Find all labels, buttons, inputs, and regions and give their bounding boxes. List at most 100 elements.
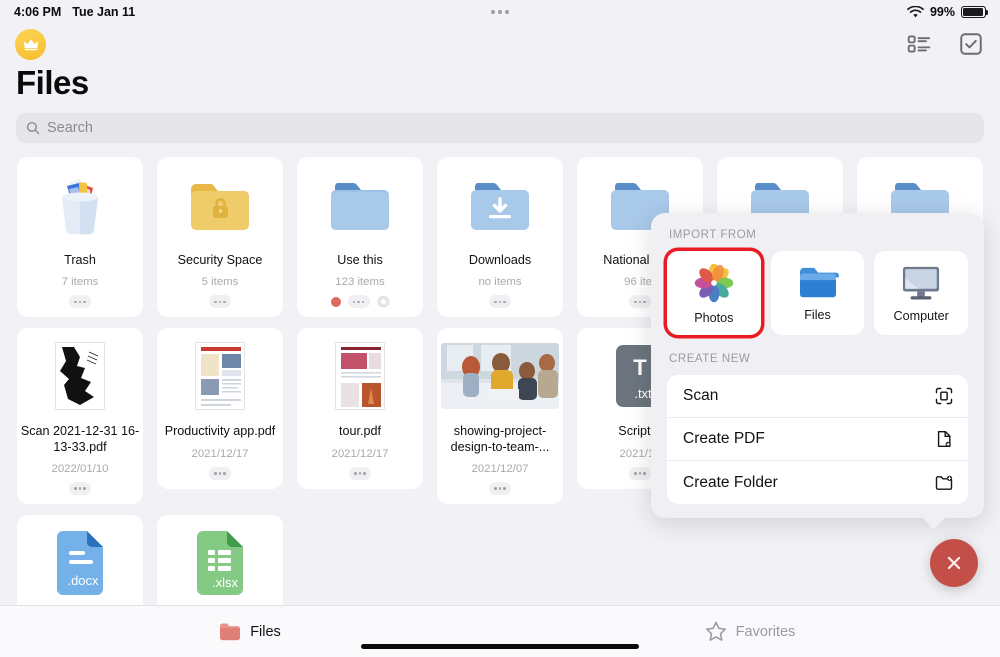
import-photos-button[interactable]: Photos (667, 251, 761, 335)
files-app-icon (799, 267, 839, 297)
document-thumbnail (195, 340, 245, 412)
more-options-button[interactable] (489, 295, 511, 309)
tab-files[interactable]: Files (0, 622, 500, 641)
file-meta: 5 items (201, 276, 239, 289)
import-computer-button[interactable]: Computer (874, 251, 969, 335)
import-from-label: IMPORT FROM (669, 229, 757, 241)
scan-icon (935, 387, 953, 405)
grid-cell: Trash 7 items (10, 157, 150, 328)
document-thumbnail (335, 340, 385, 412)
svg-text:.txt: .txt (634, 386, 652, 401)
list-view-icon[interactable] (906, 31, 932, 57)
svg-text:.xlsx: .xlsx (212, 575, 239, 590)
xlsx-file-icon: .xlsx (191, 527, 249, 599)
grid-cell: showing-project-design-to-team-... 2021/… (430, 328, 570, 515)
close-x-icon (947, 556, 961, 570)
more-options-button[interactable] (209, 466, 231, 480)
trash-icon (49, 169, 111, 241)
document-thumbnail (55, 340, 105, 412)
file-card[interactable]: tour.pdf 2021/12/17 (297, 328, 423, 489)
more-options-button[interactable] (629, 295, 651, 309)
more-options-button[interactable] (347, 295, 370, 309)
folder-plus-icon (935, 475, 953, 490)
more-options-button[interactable] (69, 295, 91, 309)
scan-button[interactable]: Scan (667, 375, 968, 418)
file-name: Security Space (177, 253, 263, 267)
file-name: Productivity app.pdf (164, 424, 276, 439)
file-card[interactable]: Trash 7 items (17, 157, 143, 318)
file-name: tour.pdf (338, 424, 381, 439)
file-card[interactable]: Downloads no items (437, 157, 563, 318)
checkbox-select-icon[interactable] (958, 31, 984, 57)
folder-download-icon (467, 169, 533, 241)
create-new-list: Scan Create PDF Create Folder (667, 375, 968, 504)
file-meta: 2021/12/17 (191, 447, 249, 460)
more-options-button[interactable] (489, 482, 511, 496)
more-options-button[interactable] (629, 466, 651, 480)
crown-badge-icon[interactable] (15, 29, 46, 60)
create-new-label: CREATE NEW (669, 353, 751, 365)
grid-cell: Productivity app.pdf 2021/12/17 (150, 328, 290, 515)
ipad-files-screen: 4:06 PM Tue Jan 11 99% Files Search Tras… (0, 0, 1000, 657)
file-meta: 2021/12/07 (471, 463, 529, 476)
folder-icon (327, 169, 393, 241)
file-meta: 123 items (335, 276, 385, 289)
tab-favorites[interactable]: Favorites (500, 621, 1000, 642)
file-name: Use this (337, 253, 383, 267)
favorite-star-icon[interactable] (377, 295, 390, 308)
file-card[interactable]: Scan 2021-12-31 16-13-33.pdf 2022/01/10 (17, 328, 143, 505)
photos-app-icon (694, 263, 734, 302)
search-input[interactable]: Search (16, 113, 984, 143)
nav-icons (906, 31, 984, 57)
docx-file-icon: .docx (51, 527, 109, 599)
bottom-tab-bar: Files Favorites (0, 605, 1000, 657)
more-options-button[interactable] (209, 295, 231, 309)
create-folder-label: Create Folder (683, 473, 778, 491)
star-tab-icon (705, 621, 726, 641)
file-card[interactable]: Use this 123 items (297, 157, 423, 318)
page-title: Files (16, 64, 89, 101)
search-icon (26, 121, 40, 135)
svg-text:.docx: .docx (67, 573, 99, 588)
grid-cell: tour.pdf 2021/12/17 (290, 328, 430, 515)
document-plus-icon (937, 430, 951, 448)
file-meta: 7 items (61, 276, 99, 289)
unread-indicator (330, 296, 341, 307)
import-photos-label: Photos (694, 310, 734, 325)
import-create-popup: IMPORT FROM Photos Files Computer CREATE… (651, 213, 984, 530)
create-pdf-label: Create PDF (683, 430, 765, 447)
file-card[interactable]: Productivity app.pdf 2021/12/17 (157, 328, 283, 489)
folder-tab-icon (220, 623, 241, 641)
file-card[interactable]: Security Space 5 items (157, 157, 283, 318)
file-meta: 2022/01/10 (51, 463, 109, 476)
file-name: Downloads (468, 253, 532, 267)
grid-cell: Use this 123 items (290, 157, 430, 328)
search-placeholder: Search (47, 120, 93, 136)
svg-text:T: T (633, 355, 647, 380)
grid-cell: Scan 2021-12-31 16-13-33.pdf 2022/01/10 (10, 328, 150, 515)
home-indicator (361, 644, 639, 649)
locked-folder-icon (187, 169, 253, 241)
create-folder-button[interactable]: Create Folder (667, 461, 968, 504)
create-pdf-button[interactable]: Create PDF (667, 418, 968, 461)
scan-label: Scan (683, 387, 719, 404)
grid-cell: Downloads no items (430, 157, 570, 328)
grid-cell: Security Space 5 items (150, 157, 290, 328)
file-meta: no items (478, 276, 522, 289)
more-options-button[interactable] (349, 466, 371, 480)
more-options-button[interactable] (69, 482, 91, 496)
computer-monitor-icon (903, 266, 940, 300)
tab-favorites-label: Favorites (735, 623, 796, 640)
file-name: showing-project-design-to-team-... (450, 424, 550, 454)
close-fab-button[interactable] (930, 539, 978, 587)
import-files-button[interactable]: Files (770, 251, 865, 335)
file-name: Trash (64, 253, 96, 267)
file-meta: 2021/12/17 (331, 447, 389, 460)
file-card[interactable]: showing-project-design-to-team-... 2021/… (437, 328, 563, 505)
import-files-label: Files (804, 307, 831, 322)
file-name: Scan 2021-12-31 16-13-33.pdf (20, 424, 140, 454)
tab-files-label: Files (250, 623, 281, 640)
import-options: Photos Files Computer (667, 251, 969, 335)
image-thumbnail (441, 340, 559, 412)
import-computer-label: Computer (893, 308, 949, 323)
